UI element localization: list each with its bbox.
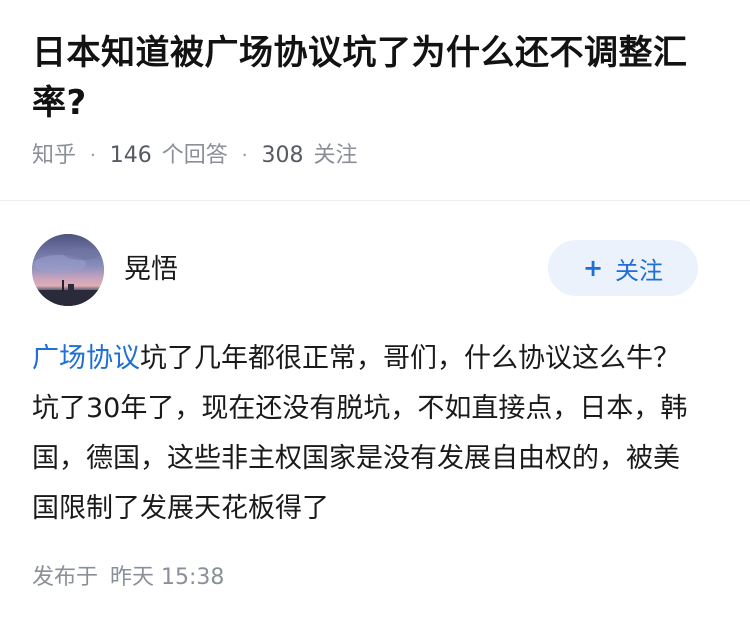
answer-content: 广场协议坑了几年都很正常，哥们，什么协议这么牛？坑了30年了，现在还没有脱坑，不… <box>32 334 702 534</box>
author-name[interactable]: 晃悟 <box>124 252 178 288</box>
publish-info: 发布于 昨天 15:38 <box>32 562 224 594</box>
publish-prefix: 发布于 <box>32 565 99 590</box>
follower-count-label: 关注 <box>313 143 358 168</box>
section-divider <box>0 200 750 201</box>
keyword-link[interactable]: 广场协议 <box>32 343 140 374</box>
follow-button-label: 关注 <box>615 256 664 285</box>
avatar-image <box>32 234 104 306</box>
answer-count: 146 <box>109 143 152 168</box>
avatar[interactable] <box>32 234 104 306</box>
question-meta: 知乎 · 146 个回答 · 308 关注 <box>32 140 722 172</box>
answer-author-row: 晃悟 + 关注 <box>32 234 698 306</box>
meta-separator: · <box>90 145 96 166</box>
follow-button[interactable]: + 关注 <box>548 240 698 296</box>
source-label[interactable]: 知乎 <box>32 140 76 172</box>
plus-icon: + <box>582 254 604 282</box>
meta-separator: · <box>241 145 248 166</box>
follower-count: 308 <box>261 143 304 168</box>
publish-time: 昨天 15:38 <box>110 565 225 590</box>
question-title[interactable]: 日本知道被广场协议坑了为什么还不调整汇率? <box>32 28 722 128</box>
answer-count-label: 个回答 <box>161 143 228 168</box>
question-header: 日本知道被广场协议坑了为什么还不调整汇率? 知乎 · 146 个回答 · 308… <box>32 28 722 172</box>
